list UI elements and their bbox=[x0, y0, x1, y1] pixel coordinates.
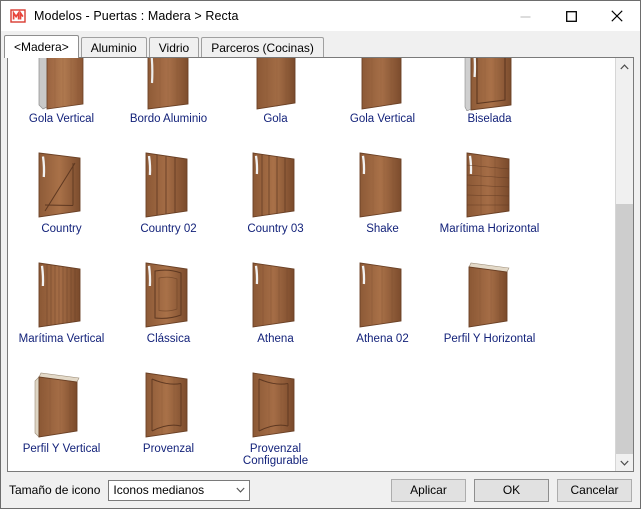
model-label: Gola Vertical bbox=[349, 113, 416, 125]
model-item-biselada[interactable]: Biselada bbox=[436, 58, 543, 140]
model-item-country-02[interactable]: Country 02 bbox=[115, 140, 222, 250]
model-label: Provenzal Configurable bbox=[242, 443, 309, 467]
door-thumbnail-country bbox=[25, 143, 99, 221]
icon-size-label: Tamaño de icono bbox=[9, 483, 101, 497]
door-thumbnail-country-02 bbox=[132, 143, 206, 221]
model-label: Country 03 bbox=[247, 223, 304, 235]
model-label: Provenzal bbox=[142, 443, 195, 455]
chevron-down-icon bbox=[620, 460, 629, 466]
minimize-button[interactable] bbox=[502, 1, 548, 31]
model-icon-grid[interactable]: Gola Vertical Bordo Aluminio Gola Gola V… bbox=[8, 58, 615, 471]
tab-label: Aluminio bbox=[90, 41, 137, 55]
chevron-up-icon bbox=[620, 63, 629, 69]
tab-label: Parceros (Cocinas) bbox=[211, 41, 314, 55]
cancel-button[interactable]: Cancelar bbox=[557, 478, 632, 502]
model-item-bordo-aluminio[interactable]: Bordo Aluminio bbox=[115, 58, 222, 140]
model-label: Athena 02 bbox=[356, 333, 409, 345]
model-item-maritima-horizontal[interactable]: Marítima Horizontal bbox=[436, 140, 543, 250]
model-item-provenzal[interactable]: Provenzal bbox=[115, 360, 222, 470]
chevron-down-icon bbox=[232, 487, 249, 493]
model-label: Country bbox=[41, 223, 82, 235]
grid-row: Country Country 02 Country 03 Shake Marí… bbox=[8, 140, 615, 250]
model-item-perfil-y-vertical[interactable]: Perfil Y Vertical bbox=[8, 360, 115, 470]
scrollbar-track[interactable] bbox=[616, 75, 633, 454]
door-thumbnail-maritima-horizontal bbox=[453, 143, 527, 221]
door-thumbnail-provenzal bbox=[132, 363, 206, 441]
model-item-classica[interactable]: Clássica bbox=[115, 250, 222, 360]
door-thumbnail-maritima-vertical bbox=[25, 253, 99, 331]
tab-vidrio[interactable]: Vidrio bbox=[148, 37, 200, 58]
model-item-country-03[interactable]: Country 03 bbox=[222, 140, 329, 250]
door-thumbnail-classica bbox=[132, 253, 206, 331]
caption-button-group bbox=[502, 1, 640, 31]
icon-size-dropdown[interactable]: Iconos medianos bbox=[108, 479, 251, 501]
model-item-shake[interactable]: Shake bbox=[329, 140, 436, 250]
m-logo-icon bbox=[10, 8, 26, 24]
scrollbar-thumb[interactable] bbox=[616, 203, 633, 454]
grid-row: Gola Vertical Bordo Aluminio Gola Gola V… bbox=[8, 58, 615, 140]
door-thumbnail-gola bbox=[239, 58, 313, 111]
model-label: Biselada bbox=[467, 113, 512, 125]
ok-button[interactable]: OK bbox=[474, 478, 549, 502]
door-thumbnail-biselada bbox=[453, 58, 527, 111]
model-label: Perfil Y Vertical bbox=[22, 443, 101, 455]
model-label: Marítima Vertical bbox=[18, 333, 105, 345]
vertical-scrollbar[interactable] bbox=[615, 58, 633, 471]
model-label: Bordo Aluminio bbox=[129, 113, 208, 125]
tab-madera[interactable]: <Madera> bbox=[4, 35, 79, 58]
modelos-dialog: Modelos - Puertas : Madera > Recta <Made… bbox=[0, 0, 641, 509]
model-item-gola-vertical-2[interactable]: Gola Vertical bbox=[329, 58, 436, 140]
door-thumbnail-shake bbox=[346, 143, 420, 221]
door-thumbnail-bordo-aluminio bbox=[132, 58, 206, 111]
dialog-button-group: Aplicar OK Cancelar bbox=[391, 478, 632, 502]
model-label: Shake bbox=[366, 223, 399, 235]
door-thumbnail-gola-vertical-2 bbox=[346, 58, 420, 111]
scroll-down-button[interactable] bbox=[616, 454, 633, 471]
model-item-gola-vertical[interactable]: Gola Vertical bbox=[8, 58, 115, 140]
model-list-panel: Gola Vertical Bordo Aluminio Gola Gola V… bbox=[7, 57, 634, 472]
grid-row: Perfil Y Vertical Provenzal Provenzal Co… bbox=[8, 360, 615, 470]
apply-button[interactable]: Aplicar bbox=[391, 478, 466, 502]
door-thumbnail-provenzal-configurable bbox=[239, 363, 313, 441]
model-item-gola[interactable]: Gola bbox=[222, 58, 329, 140]
tab-aluminio[interactable]: Aluminio bbox=[80, 37, 147, 58]
door-thumbnail-country-03 bbox=[239, 143, 313, 221]
window-title: Modelos - Puertas : Madera > Recta bbox=[34, 9, 239, 23]
tab-label: Vidrio bbox=[158, 41, 190, 55]
model-label: Gola Vertical bbox=[28, 113, 95, 125]
tab-parceros-cocinas[interactable]: Parceros (Cocinas) bbox=[201, 37, 324, 58]
model-label: Country 02 bbox=[140, 223, 197, 235]
model-item-athena-02[interactable]: Athena 02 bbox=[329, 250, 436, 360]
maximize-button[interactable] bbox=[548, 1, 594, 31]
model-label: Athena bbox=[257, 333, 294, 345]
door-thumbnail-perfil-y-horizontal bbox=[453, 253, 527, 331]
door-thumbnail-athena-02 bbox=[346, 253, 420, 331]
model-label: Clássica bbox=[146, 333, 191, 345]
door-thumbnail-perfil-y-vertical bbox=[25, 363, 99, 441]
model-item-athena[interactable]: Athena bbox=[222, 250, 329, 360]
tab-label: <Madera> bbox=[14, 40, 69, 54]
model-item-maritima-vertical[interactable]: Marítima Vertical bbox=[8, 250, 115, 360]
title-bar: Modelos - Puertas : Madera > Recta bbox=[1, 1, 640, 31]
door-thumbnail-gola-vertical bbox=[25, 58, 99, 111]
model-item-country[interactable]: Country bbox=[8, 140, 115, 250]
scroll-up-button[interactable] bbox=[616, 58, 633, 75]
dialog-footer: Tamaño de icono Iconos medianos Aplicar … bbox=[1, 472, 640, 508]
grid-row: Marítima Vertical Clássica Athena Athena… bbox=[8, 250, 615, 360]
model-label: Gola bbox=[263, 113, 288, 125]
close-button[interactable] bbox=[594, 1, 640, 31]
model-label: Marítima Horizontal bbox=[439, 223, 540, 235]
tab-strip: <Madera> Aluminio Vidrio Parceros (Cocin… bbox=[1, 31, 640, 58]
model-item-provenzal-configurable[interactable]: Provenzal Configurable bbox=[222, 360, 329, 470]
icon-size-value: Iconos medianos bbox=[113, 483, 205, 497]
model-item-perfil-y-horizontal[interactable]: Perfil Y Horizontal bbox=[436, 250, 543, 360]
door-thumbnail-athena bbox=[239, 253, 313, 331]
model-label: Perfil Y Horizontal bbox=[443, 333, 536, 345]
